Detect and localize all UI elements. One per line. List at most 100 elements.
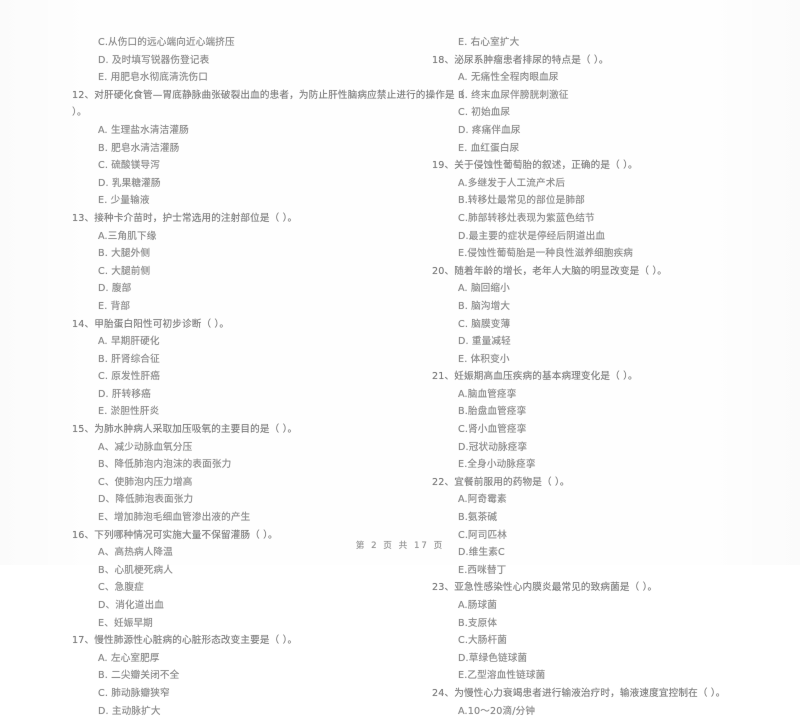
option-line: D、降低肺泡表面张力: [98, 494, 194, 506]
option-line: A、减少动脉血氧分压: [98, 441, 193, 453]
option-line: C.肺部转移灶表现为紫蓝色结节: [458, 212, 595, 224]
option-line: A.10～20滴/分钟: [458, 705, 536, 717]
option-line: B. 肥皂水清洁灌肠: [98, 142, 180, 154]
option-line: E.西咪替丁: [458, 564, 507, 576]
option-line: A.阿奇霉素: [458, 494, 507, 506]
option-line: D. 主动脉扩大: [98, 705, 161, 717]
question-text: 随着年龄的增长，老年人大脑的明显改变是（ ）。: [454, 265, 668, 277]
option-line: E.侵蚀性葡萄胎是一种良性滋养细胞疾病: [458, 248, 634, 260]
question-text: 亚急性感染性心内膜炎最常见的致病菌是（ ）。: [454, 582, 658, 594]
option-line: C、使肺泡内压力增高: [98, 476, 193, 488]
question-text: 甲胎蛋白阳性可初步诊断（ ）。: [94, 318, 230, 330]
option-line: A.多继发于人工流产术后: [458, 177, 566, 189]
option-line: D. 及时填写锐器伤登记表: [98, 54, 210, 66]
question-text: 妊娠期高血压疾病的基本病理变化是（ ）。: [454, 371, 638, 383]
option-line: B. 终末血尿伴膀胱刺激征: [458, 89, 569, 101]
option-line: A.肠球菌: [458, 600, 497, 611]
option-line: D.最主要的症状是停经后阴道出血: [458, 230, 606, 242]
option-line: D. 乳果糖灌肠: [98, 177, 161, 189]
question-stem-continuation: ）。: [72, 107, 87, 119]
question-stem: 13、接种卡介苗时，护士常选用的注射部位是（ ）。: [72, 210, 378, 228]
question-stem: 22、宜餐前服用的药物是（ ）。: [432, 474, 778, 492]
option-line: C.大肠杆菌: [458, 635, 508, 647]
option-line: B. 二尖瓣关闭不全: [98, 670, 180, 682]
option-line: B.氨茶碱: [458, 512, 498, 524]
option-line: C. 肺动脉瓣狭窄: [98, 687, 170, 699]
right-column: E. 右心室扩大 18、泌尿系肿瘤患者排尿的特点是（ ）。 A. 无痛性全程肉眼…: [400, 34, 800, 720]
question-stem: 21、妊娠期高血压疾病的基本病理变化是（ ）。: [432, 368, 778, 386]
option-line: E. 淤胆性肝炎: [98, 406, 160, 418]
option-line: D. 疼痛伴血尿: [458, 124, 521, 136]
question-text: 为肺水肿病人采取加压吸氧的主要目的是（ ）。: [94, 424, 298, 436]
option-line: E.全身小动脉痉挛: [458, 459, 536, 471]
scanned-exam-page: C.从伤口的远心端向近心端挤压 D. 及时填写锐器伤登记表 E. 用肥皂水彻底清…: [0, 0, 800, 717]
option-line: B.转移灶最常见的部位是肺部: [458, 195, 585, 207]
question-text: 关于侵蚀性葡萄胎的叙述，正确的是（ ）。: [454, 160, 638, 172]
question-stem: 19、关于侵蚀性葡萄胎的叙述，正确的是（ ）。: [432, 157, 778, 175]
option-line: E. 体积变小: [458, 353, 510, 365]
question-stem: 20、随着年龄的增长，老年人大脑的明显改变是（ ）。: [432, 263, 778, 281]
question-text: 泌尿系肿瘤患者排尿的特点是（ ）。: [454, 54, 609, 66]
question-number: 23、: [432, 582, 455, 594]
option-line: C. 大腿前侧: [98, 265, 151, 277]
option-line: B. 脑沟增大: [458, 300, 511, 312]
question-text: 为慢性心力衰竭患者进行输液治疗时，输液速度宜控制在（ ）。: [454, 687, 726, 699]
option-line: D、消化道出血: [98, 600, 164, 611]
option-line: D. 重量减轻: [458, 336, 511, 348]
option-line: B. 大腿外侧: [98, 248, 151, 260]
option-line: A. 生理盐水清洁灌肠: [98, 124, 189, 136]
question-stem: 15、为肺水肿病人采取加压吸氧的主要目的是（ ）。: [72, 421, 378, 439]
question-number: 20、: [432, 265, 455, 277]
question-number: 24、: [432, 687, 455, 699]
option-line: B、降低肺泡内泡沫的表面张力: [98, 459, 232, 471]
option-line: C. 脑膜变薄: [458, 318, 511, 330]
option-line: E. 少量输液: [98, 195, 150, 207]
option-line: A. 早期肝硬化: [98, 336, 160, 348]
option-line: C.肾小血管痉挛: [458, 424, 527, 436]
option-line: D. 腹部: [98, 283, 132, 295]
question-number: 22、: [432, 476, 455, 488]
option-line: C. 原发性肝癌: [98, 371, 160, 383]
question-number: 14、: [72, 318, 95, 330]
option-line: D. 肝转移癌: [98, 388, 151, 400]
question-number: 21、: [432, 371, 455, 383]
question-stem: 14、甲胎蛋白阳性可初步诊断（ ）。: [72, 316, 378, 334]
question-number: 19、: [432, 160, 455, 172]
option-line: A. 无痛性全程肉眼血尿: [458, 72, 559, 84]
question-text: 慢性肺源性心脏病的心脏形态改变主要是（ ）。: [94, 635, 298, 647]
page-footer: 第 2 页 共 17 页: [355, 541, 445, 551]
option-line: B. 肝肾综合征: [98, 353, 160, 365]
option-line: E. 右心室扩大: [458, 37, 520, 48]
question-number: 17、: [72, 635, 95, 647]
option-line: E、妊娠早期: [98, 617, 153, 629]
option-line: B、心肌梗死病人: [98, 564, 173, 576]
option-line: A.三角肌下缘: [98, 230, 157, 242]
question-number: 13、: [72, 212, 95, 224]
question-number: 15、: [72, 424, 95, 436]
option-line: E. 用肥皂水彻底清洗伤口: [98, 72, 209, 84]
question-text: 接种卡介苗时，护士常选用的注射部位是（ ）。: [94, 212, 298, 224]
option-line: D.冠状动脉痉挛: [458, 441, 528, 453]
option-line: E.乙型溶血性链球菌: [458, 670, 546, 682]
option-line: E、增加肺泡毛细血管渗出液的产生: [98, 512, 251, 524]
option-line: E. 血红蛋白尿: [458, 142, 520, 154]
option-line: C. 初始血尿: [458, 107, 511, 119]
question-stem: 12、对肝硬化食管—胃底静脉曲张破裂出血的患者，为防止肝性脑病应禁止进行的操作是…: [72, 87, 464, 105]
option-line: C. 硫酸镁导泻: [98, 160, 160, 172]
option-line: A. 左心室肥厚: [98, 652, 160, 664]
question-text: 宜餐前服用的药物是（ ）。: [454, 476, 570, 488]
question-stem: 23、亚急性感染性心内膜炎最常见的致病菌是（ ）。: [432, 579, 778, 597]
question-number: 18、: [432, 54, 455, 66]
question-stem: 18、泌尿系肿瘤患者排尿的特点是（ ）。: [432, 52, 778, 70]
question-stem: 17、慢性肺源性心脏病的心脏形态改变主要是（ ）。: [72, 632, 378, 650]
option-line: C.从伤口的远心端向近心端挤压: [98, 37, 235, 48]
option-line: D.草绿色链球菌: [458, 652, 528, 664]
question-stem: 24、为慢性心力衰竭患者进行输液治疗时，输液速度宜控制在（ ）。: [432, 685, 778, 703]
option-line: E. 背部: [98, 300, 131, 312]
option-line: A. 脑回缩小: [458, 283, 510, 295]
option-line: B.支原体: [458, 617, 498, 629]
option-line: A.脑血管痉挛: [458, 388, 517, 400]
left-column: C.从伤口的远心端向近心端挤压 D. 及时填写锐器伤登记表 E. 用肥皂水彻底清…: [0, 34, 464, 720]
option-line: B.胎盘血管痉挛: [458, 406, 527, 418]
two-column-body: C.从伤口的远心端向近心端挤压 D. 及时填写锐器伤登记表 E. 用肥皂水彻底清…: [0, 34, 800, 720]
